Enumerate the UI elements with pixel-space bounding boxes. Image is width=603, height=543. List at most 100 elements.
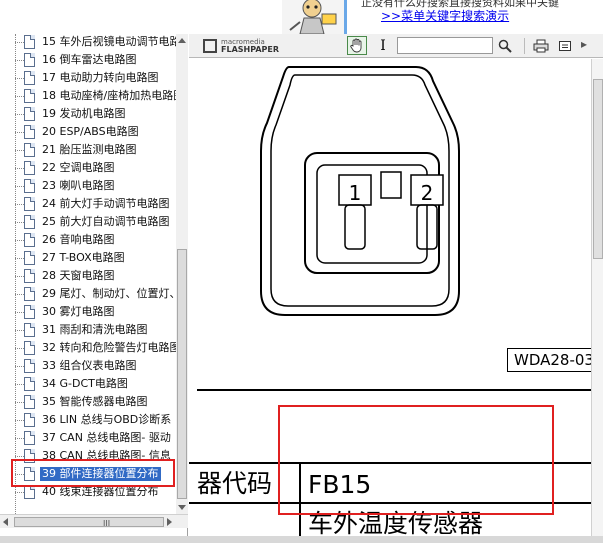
- print-button[interactable]: [531, 36, 551, 55]
- page-icon: [559, 40, 571, 51]
- status-strip: [0, 536, 603, 543]
- tree-item-label: 38 CAN 总线电路图- 信息: [42, 449, 171, 462]
- scrollbar-thumb[interactable]: III: [14, 517, 164, 528]
- sidebar-tree-item[interactable]: 30 雾灯电路图: [0, 303, 176, 321]
- sidebar-tree-item[interactable]: 35 智能传感器电路图: [0, 393, 176, 411]
- document-icon: [24, 125, 35, 139]
- sidebar-tree-item[interactable]: 27 T-BOX电路图: [0, 249, 176, 267]
- sidebar-tree-item[interactable]: 19 发动机电路图: [0, 105, 176, 123]
- sidebar-tree-item[interactable]: 38 CAN 总线电路图- 信息: [0, 447, 176, 465]
- sidebar-tree-item[interactable]: 26 音响电路图: [0, 231, 176, 249]
- text-select-tool-button[interactable]: I: [373, 36, 393, 55]
- tree-item-label: 40 线束连接器位置分布: [42, 485, 159, 498]
- sidebar-tree-item[interactable]: 23 喇叭电路图: [0, 177, 176, 195]
- document-icon: [24, 377, 35, 391]
- tree-item-label: 26 音响电路图: [42, 233, 115, 246]
- document-icon: [24, 413, 35, 427]
- tree-item-label: 29 尾灯、制动灯、位置灯、: [42, 287, 176, 300]
- document-icon: [24, 251, 35, 265]
- tree-item-label: 20 ESP/ABS电路图: [42, 125, 139, 138]
- tree-item-label: 18 电动座椅/座椅加热电路图: [42, 89, 176, 102]
- document-page[interactable]: 1 2 WDA28-03 器代码 FB15 车外温度传感器: [189, 59, 591, 543]
- document-icon: [24, 323, 35, 337]
- toolbar-more-icon[interactable]: ▸: [581, 37, 587, 51]
- hand-tool-button[interactable]: [347, 36, 367, 55]
- tree-item-label: 22 空调电路图: [42, 161, 115, 174]
- sidebar-tree-item[interactable]: 32 转向和危险警告灯电路图: [0, 339, 176, 357]
- sidebar-tree-item[interactable]: 22 空调电路图: [0, 159, 176, 177]
- document-icon: [24, 467, 35, 481]
- sidebar-tree-item[interactable]: 16 倒车雷达电路图: [0, 51, 176, 69]
- window-header: 当前车型： 厂家:G-广汽乘用车传祺GS42015- 2016: [0, 0, 282, 34]
- tree-item-label: 15 车外后视镜电动调节电路: [42, 35, 176, 48]
- sidebar-tree-item[interactable]: 37 CAN 总线电路图- 驱动: [0, 429, 176, 447]
- table-row-border: [189, 502, 591, 504]
- sidebar-tree-item[interactable]: 24 前大灯手动调节电路图: [0, 195, 176, 213]
- page-view-button[interactable]: [555, 36, 575, 55]
- tree-item-label: 37 CAN 总线电路图- 驱动: [42, 431, 171, 444]
- sidebar-horizontal-scrollbar[interactable]: III: [0, 514, 188, 528]
- sidebar-tree-item[interactable]: 36 LIN 总线与OBD诊断系: [0, 411, 176, 429]
- document-icon: [24, 341, 35, 355]
- current-model-title: 当前车型： 厂家:G-广汽乘用车传祺GS42015- 2016: [0, 0, 282, 34]
- sidebar-tree-item[interactable]: 33 组合仪表电路图: [0, 357, 176, 375]
- sidebar-tree-item[interactable]: 40 线束连接器位置分布: [0, 483, 176, 501]
- sidebar-tree-item[interactable]: 25 前大灯自动调节电路图: [0, 213, 176, 231]
- sidebar-tree-item[interactable]: 31 雨刮和清洗电路图: [0, 321, 176, 339]
- document-icon: [24, 197, 35, 211]
- logo-big-text: FLASHPAPER: [221, 45, 280, 54]
- flashpaper-logo-icon: [203, 39, 217, 53]
- sidebar-tree-item[interactable]: 17 电动助力转向电路图: [0, 69, 176, 87]
- document-icon: [24, 359, 35, 373]
- sidebar-vertical-scrollbar[interactable]: [176, 34, 188, 514]
- sidebar-tree-item[interactable]: 20 ESP/ABS电路图: [0, 123, 176, 141]
- document-icon: [24, 35, 35, 49]
- scroll-up-arrow-icon[interactable]: [178, 38, 186, 43]
- sidebar-tree-item[interactable]: 28 天窗电路图: [0, 267, 176, 285]
- tree-item-label: 34 G-DCT电路图: [42, 377, 128, 390]
- pin-1-label: 1: [349, 181, 362, 205]
- document-vertical-scrollbar[interactable]: [591, 59, 603, 543]
- printer-icon: [533, 39, 549, 52]
- tree-item-label: 31 雨刮和清洗电路图: [42, 323, 148, 336]
- scrollbar-thumb[interactable]: [593, 79, 603, 259]
- document-icon: [24, 395, 35, 409]
- sidebar-tree-item[interactable]: 18 电动座椅/座椅加热电路图: [0, 87, 176, 105]
- document-icon: [24, 143, 35, 157]
- table-top-border: [197, 389, 591, 391]
- document-icon: [24, 485, 35, 499]
- sidebar: 15 车外后视镜电动调节电路 16 倒车雷达电路图 17 电动助力转向电路图 18 电…: [0, 34, 188, 543]
- document-icon: [24, 179, 35, 193]
- center-key: [380, 171, 402, 199]
- sidebar-tree-item[interactable]: 29 尾灯、制动灯、位置灯、: [0, 285, 176, 303]
- tree-item-label: 39 部件连接器位置分布: [40, 467, 161, 481]
- keyword-search-demo-link[interactable]: >>菜单关键字搜索演示: [381, 7, 509, 24]
- document-icon: [24, 431, 35, 445]
- tree-item-label: 16 倒车雷达电路图: [42, 53, 137, 66]
- search-input[interactable]: [397, 37, 493, 54]
- sidebar-tree-item[interactable]: 15 车外后视镜电动调节电路: [0, 34, 176, 51]
- tree-item-label: 36 LIN 总线与OBD诊断系: [42, 413, 172, 426]
- document-icon: [24, 161, 35, 175]
- scrollbar-thumb[interactable]: [177, 249, 187, 499]
- pin-2-label: 2: [421, 181, 434, 205]
- sidebar-tree-item[interactable]: 34 G-DCT电路图: [0, 375, 176, 393]
- tree-item-label: 17 电动助力转向电路图: [42, 71, 159, 84]
- sidebar-tree-item[interactable]: 21 胎压监测电路图: [0, 141, 176, 159]
- tree-item-label: 24 前大灯手动调节电路图: [42, 197, 170, 210]
- sidebar-tree-item[interactable]: 39 部件连接器位置分布: [0, 465, 176, 483]
- flashpaper-viewer: macromedia FLASHPAPER I ▸ 1 2 WDA28-03 器…: [189, 34, 603, 543]
- scrollbar-grip: III: [103, 519, 111, 528]
- tree-item-label: 27 T-BOX电路图: [42, 251, 125, 264]
- scroll-down-arrow-icon[interactable]: [178, 505, 186, 510]
- document-icon: [24, 305, 35, 319]
- tree-item-label: 32 转向和危险警告灯电路图: [42, 341, 176, 354]
- search-button[interactable]: [495, 36, 515, 55]
- document-icon: [24, 89, 35, 103]
- viewer-toolbar: macromedia FLASHPAPER I ▸: [189, 34, 603, 58]
- scroll-right-arrow-icon[interactable]: [167, 518, 172, 526]
- title-line-1: 当前车型： 厂家:G-广汽乘用车传祺GS42015-: [4, 6, 262, 20]
- terminal-block-outer: [304, 152, 440, 274]
- flashpaper-logo: macromedia FLASHPAPER: [203, 38, 293, 54]
- scroll-left-arrow-icon[interactable]: [3, 518, 8, 526]
